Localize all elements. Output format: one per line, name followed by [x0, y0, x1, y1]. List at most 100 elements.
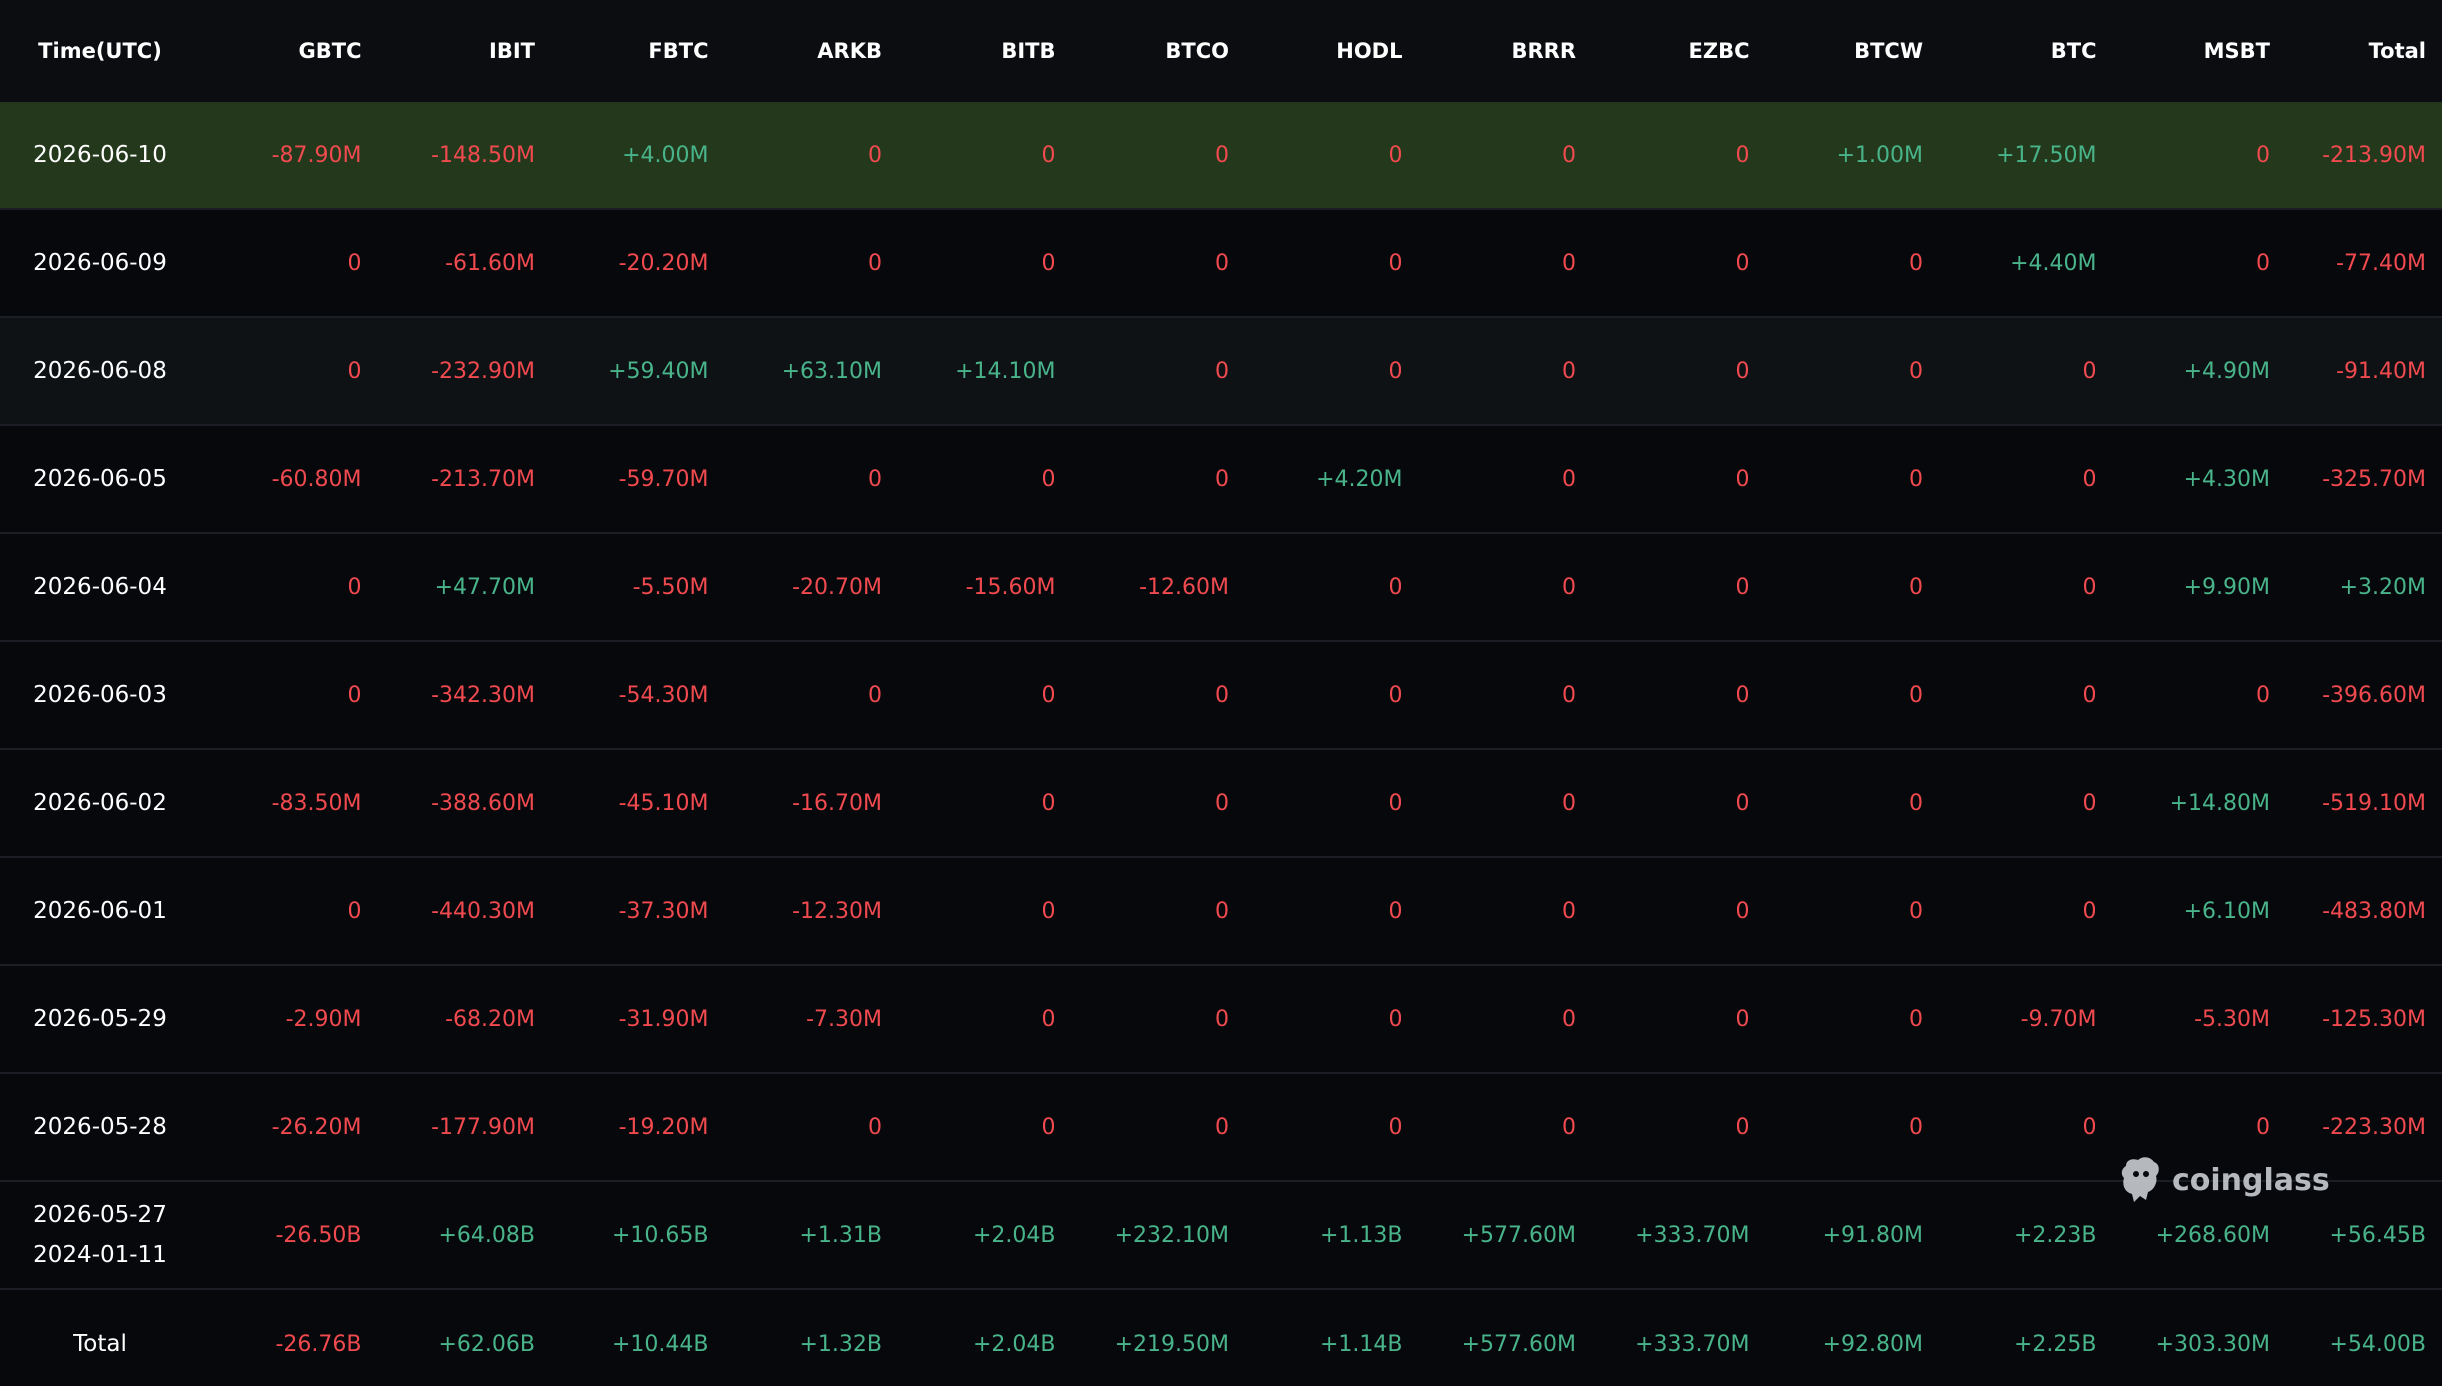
- flow-value-ezbc: 0: [1735, 358, 1750, 384]
- column-header-btcw: BTCW: [1854, 39, 1923, 63]
- flow-value-fbtc: +59.40M: [608, 358, 709, 384]
- flow-value-bitb: 0: [1041, 142, 1056, 168]
- range-dates: 2026-05-27 2024-01-11: [0, 1195, 200, 1275]
- flow-value-btcw: 0: [1909, 1006, 1923, 1032]
- flow-value-fbtc: -5.50M: [632, 574, 709, 600]
- flow-value-fbtc: -37.30M: [618, 898, 709, 924]
- range-value-btcw: +91.80M: [1822, 1222, 1923, 1248]
- flow-value-brrr: 0: [1562, 1006, 1576, 1032]
- table-row: 2026-06-02 -83.50M -388.60M -45.10M -16.70M 0…: [0, 750, 2442, 858]
- flow-value-arkb: +63.10M: [781, 358, 882, 384]
- flow-value-msbt: 0: [2256, 682, 2270, 708]
- range-value-msbt: +268.60M: [2155, 1222, 2270, 1248]
- table-row: 2026-06-09 0 -61.60M -20.20M 0 0 0 0 0 0 0 +4.40M 0 -…: [0, 210, 2442, 318]
- flow-value-arkb: 0: [868, 142, 882, 168]
- flow-value-btco: 0: [1215, 466, 1229, 492]
- flow-value-btc: 0: [2082, 682, 2097, 708]
- flow-value-msbt: +9.90M: [2183, 574, 2270, 600]
- flow-value-total: -325.70M: [2322, 466, 2426, 492]
- table-row: 2026-06-03 0 -342.30M -54.30M 0 0 0 0 0 0 0 0 0 -396.…: [0, 642, 2442, 750]
- row-date: 2026-06-04: [33, 574, 167, 600]
- flow-value-ibit: -232.90M: [431, 358, 535, 384]
- flow-value-fbtc: +4.00M: [622, 142, 709, 168]
- flow-value-bitb: 0: [1041, 466, 1056, 492]
- flow-value-bitb: 0: [1041, 682, 1056, 708]
- flow-value-btc: -9.70M: [2020, 1006, 2097, 1032]
- flow-value-ezbc: 0: [1735, 1006, 1750, 1032]
- flow-value-btcw: 0: [1909, 466, 1923, 492]
- row-date: 2026-06-01: [33, 898, 167, 924]
- flow-value-total: -223.30M: [2322, 1114, 2426, 1140]
- flow-value-btc: +17.50M: [1996, 142, 2097, 168]
- row-date: 2026-06-09: [33, 250, 167, 276]
- column-header-time-utc: Time(UTC): [38, 39, 162, 63]
- range-value-bitb: +2.04B: [972, 1222, 1056, 1248]
- flow-value-ezbc: 0: [1735, 466, 1750, 492]
- flow-value-total: -213.90M: [2322, 142, 2426, 168]
- flow-value-ezbc: 0: [1735, 250, 1750, 276]
- range-value-brrr: +577.60M: [1461, 1222, 1576, 1248]
- flow-value-btco: 0: [1215, 250, 1229, 276]
- flow-value-msbt: +4.90M: [2183, 358, 2270, 384]
- flow-value-ezbc: 0: [1735, 790, 1750, 816]
- column-header-ibit: IBIT: [489, 39, 535, 63]
- flow-value-msbt: 0: [2256, 250, 2270, 276]
- flow-value-ibit: -388.60M: [431, 790, 535, 816]
- flow-value-btc: 0: [2082, 790, 2097, 816]
- flow-value-bitb: 0: [1041, 790, 1056, 816]
- flow-value-fbtc: -20.20M: [618, 250, 709, 276]
- table-row: 2026-06-04 0 +47.70M -5.50M -20.70M -15.60M -1…: [0, 534, 2442, 642]
- flow-value-brrr: 0: [1562, 1114, 1576, 1140]
- total-value-btcw: +92.80M: [1822, 1331, 1923, 1357]
- column-header-btco: BTCO: [1165, 39, 1229, 63]
- flow-value-bitb: 0: [1041, 898, 1056, 924]
- flow-value-btcw: 0: [1909, 250, 1923, 276]
- flow-value-gbtc: 0: [347, 898, 362, 924]
- flow-value-gbtc: -2.90M: [285, 1006, 362, 1032]
- flow-value-brrr: 0: [1562, 574, 1576, 600]
- flow-value-arkb: -20.70M: [792, 574, 882, 600]
- flow-value-msbt: 0: [2256, 1114, 2270, 1140]
- flow-value-btc: 0: [2082, 574, 2097, 600]
- flow-value-gbtc: 0: [347, 574, 362, 600]
- coinglass-logo-icon: [2121, 1157, 2159, 1202]
- total-value-btco: +219.50M: [1114, 1331, 1229, 1357]
- flow-value-hodl: 0: [1388, 1114, 1403, 1140]
- flow-value-brrr: 0: [1562, 250, 1576, 276]
- watermark-text: coinglass: [2172, 1162, 2330, 1198]
- flow-value-btco: 0: [1215, 682, 1229, 708]
- flow-value-fbtc: -31.90M: [618, 1006, 709, 1032]
- flow-value-btcw: 0: [1909, 898, 1923, 924]
- range-value-hodl: +1.13B: [1319, 1222, 1403, 1248]
- flow-value-ibit: -342.30M: [431, 682, 535, 708]
- table-row: 2026-06-10 -87.90M -148.50M +4.00M 0 0 0 0 0 0 +1.…: [0, 102, 2442, 210]
- range-value-btco: +232.10M: [1114, 1222, 1229, 1248]
- flow-value-btc: 0: [2082, 1114, 2097, 1140]
- total-row: Total -26.76B +62.06B +10.44B +1.32B +2.04B +2…: [0, 1290, 2442, 1386]
- flow-value-hodl: 0: [1388, 682, 1403, 708]
- flow-value-ezbc: 0: [1735, 574, 1750, 600]
- total-value-hodl: +1.14B: [1319, 1331, 1403, 1357]
- flow-value-ibit: +47.70M: [434, 574, 535, 600]
- flow-value-arkb: 0: [868, 1114, 882, 1140]
- flow-value-btcw: +1.00M: [1836, 142, 1923, 168]
- flow-value-ibit: -61.60M: [445, 250, 535, 276]
- flow-value-gbtc: 0: [347, 250, 362, 276]
- table-row: 2026-06-05 -60.80M -213.70M -59.70M 0 0 0 +4.20…: [0, 426, 2442, 534]
- flow-value-btc: 0: [2082, 466, 2097, 492]
- flow-value-gbtc: -26.20M: [271, 1114, 362, 1140]
- flow-value-ibit: -440.30M: [431, 898, 535, 924]
- range-value-btc: +2.23B: [2013, 1222, 2097, 1248]
- column-header-bitb: BITB: [1001, 39, 1056, 63]
- flow-value-bitb: 0: [1041, 1006, 1056, 1032]
- total-value-brrr: +577.60M: [1461, 1331, 1576, 1357]
- flow-value-btcw: 0: [1909, 682, 1923, 708]
- coinglass-watermark: coinglass: [2118, 1156, 2330, 1204]
- column-header-arkb: ARKB: [817, 39, 882, 63]
- range-start-date: 2026-05-27: [33, 1202, 167, 1228]
- column-header-total: Total: [2368, 39, 2426, 63]
- flow-value-total: -125.30M: [2322, 1006, 2426, 1032]
- flow-value-hodl: 0: [1388, 250, 1403, 276]
- column-header-brrr: BRRR: [1511, 39, 1576, 63]
- flow-value-arkb: 0: [868, 250, 882, 276]
